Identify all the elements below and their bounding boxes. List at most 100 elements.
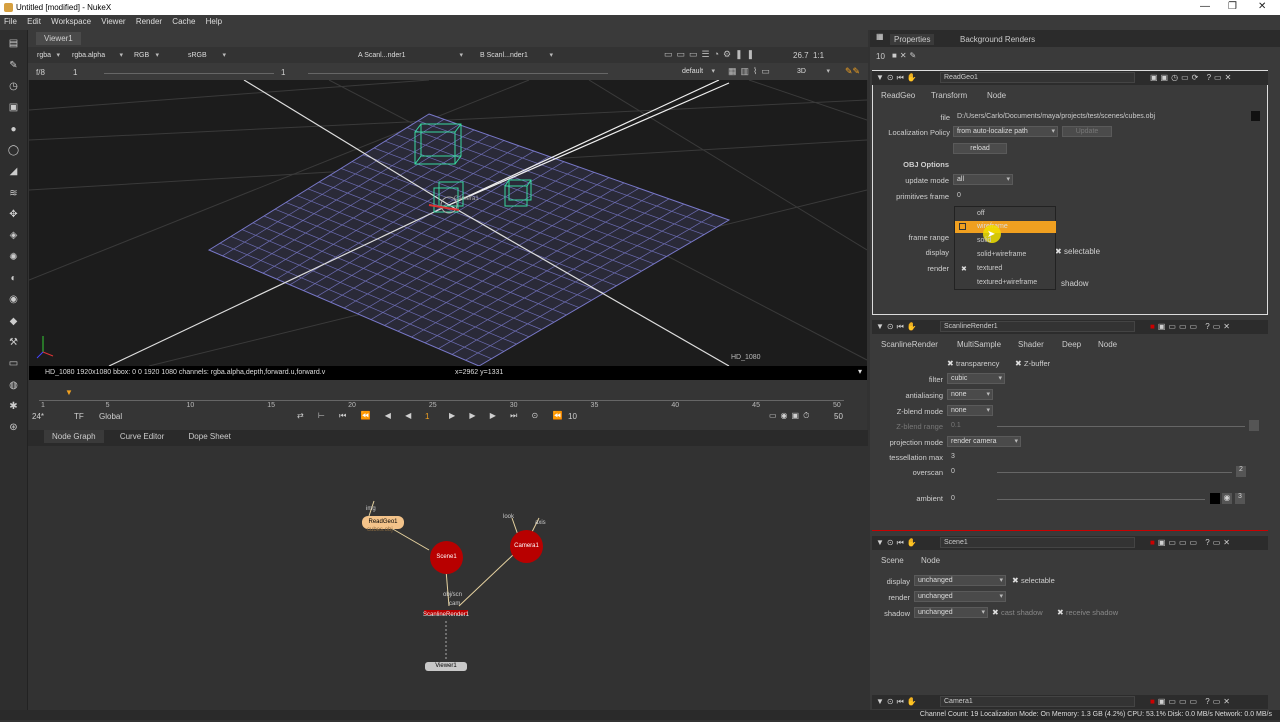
3d-icon[interactable]: ◈ (7, 230, 20, 242)
selectable-checkbox[interactable]: ✖ selectable (1055, 247, 1100, 256)
tessellation-field[interactable]: 3 (947, 451, 993, 462)
ambient-slider[interactable] (997, 494, 1205, 500)
option-solid-wireframe[interactable]: solid+wireframe (977, 251, 1026, 258)
tab-multisample[interactable]: MultiSample (957, 340, 1001, 349)
zblend-range-slider[interactable] (997, 421, 1245, 427)
scene-selectable-checkbox[interactable]: ✖ selectable (1012, 576, 1055, 585)
panel-header-icons[interactable]: ▼⊙⏮✋ (876, 697, 920, 707)
file-browse-icon[interactable] (1251, 111, 1260, 121)
file-path-field[interactable]: D:/Users/Carlo/Documents/maya/projects/t… (953, 111, 1243, 122)
color-icon[interactable]: ● (7, 124, 20, 136)
tab-viewer1[interactable]: Viewer1 (36, 32, 81, 45)
3d-tools-icon[interactable]: ▦▥⌇▭ (728, 66, 774, 77)
viewer-viewport[interactable]: Camera1 HD_1080 (29, 80, 867, 366)
tab-node[interactable]: Node (921, 556, 940, 565)
other-icon[interactable]: ▭ (7, 358, 20, 370)
transparency-checkbox[interactable]: ✖ transparency (947, 359, 999, 368)
close-icon[interactable]: ✕ (1258, 1, 1266, 12)
keyer-icon[interactable]: ◢ (7, 166, 20, 178)
menu-help[interactable]: Help (202, 15, 226, 28)
tab-readgeo[interactable]: ReadGeo (881, 91, 915, 100)
ratio-readout[interactable]: 1:1 (813, 51, 824, 60)
input-b-dropdown[interactable]: B Scanl...nder1 (476, 50, 556, 61)
particles-icon[interactable]: ✺ (7, 252, 20, 264)
tab-node[interactable]: Node (987, 91, 1006, 100)
colorspace-dropdown[interactable]: sRGB (184, 50, 229, 61)
timeline-tools-icon[interactable]: ▭◉▣⏱ (769, 411, 813, 421)
ambient-field[interactable]: 0 (947, 493, 993, 504)
overscan-channels-button[interactable]: 2 (1236, 466, 1246, 477)
menu-edit[interactable]: Edit (23, 15, 45, 28)
node-graph-canvas[interactable]: ReadGeo1 cubes.obj img Scene1 Camera1 lo… (29, 446, 867, 720)
menu-render[interactable]: Render (132, 15, 166, 28)
zblend-range-field[interactable]: 0.1 (947, 420, 993, 431)
channels-dropdown[interactable]: rgba (33, 50, 63, 61)
localization-dropdown[interactable]: from auto-localize path (953, 126, 1058, 137)
option-solid[interactable]: solid (977, 237, 991, 244)
overscan-slider[interactable] (997, 467, 1232, 473)
antialiasing-dropdown[interactable]: none (947, 389, 993, 400)
primitives-frame-field[interactable]: 0 (953, 190, 993, 201)
menu-file[interactable]: File (0, 15, 21, 28)
cast-shadow-checkbox[interactable]: ✖ cast shadow (992, 608, 1043, 617)
toolsets-icon[interactable]: ⚒ (7, 337, 20, 349)
camera-node[interactable]: Camera1 (510, 530, 543, 563)
tab-dope-sheet[interactable]: Dope Sheet (181, 430, 239, 443)
cara-icon[interactable]: ⊛ (7, 422, 20, 434)
transport-controls-icon[interactable]: ⇄ ⊢ ⏮ ⏪ ◀ ◀ (297, 411, 417, 421)
zblend-mode-dropdown[interactable]: none (947, 405, 993, 416)
fps-dropdown[interactable]: 24* (32, 412, 44, 421)
views-icon[interactable]: ◉ (7, 294, 20, 306)
display-dropdown[interactable]: RGB (130, 50, 162, 61)
playhead-icon[interactable]: ▼ (65, 388, 73, 397)
max-panels-field[interactable]: 10 (876, 52, 885, 61)
panel-header-icons[interactable]: ▼⊙⏮✋ (876, 73, 920, 83)
fstop-readout[interactable]: f/8 (36, 68, 45, 77)
tab-transform[interactable]: Transform (931, 91, 967, 100)
minimize-icon[interactable]: — (1200, 1, 1210, 12)
zoom-readout[interactable]: 26.7 (793, 51, 809, 60)
scene-name-field[interactable]: Scene1 (940, 537, 1135, 548)
tab-deep[interactable]: Deep (1062, 340, 1081, 349)
gamma-slider[interactable] (308, 70, 608, 74)
option-textured-wireframe[interactable]: textured+wireframe (977, 279, 1037, 286)
input-a-dropdown[interactable]: A Scanl...nder1 (354, 50, 466, 61)
draw-icon[interactable]: ✎ (7, 60, 20, 72)
time-icon[interactable]: ◷ (7, 81, 20, 93)
tab-node[interactable]: Node (1098, 340, 1117, 349)
gain-readout[interactable]: 1 (281, 68, 285, 77)
tab-properties[interactable]: Properties (890, 34, 935, 45)
tab-background-renders[interactable]: Background Renders (960, 35, 1035, 44)
ocula-icon[interactable]: ✱ (7, 401, 20, 413)
reload-button[interactable]: reload (953, 143, 1007, 154)
transform-icon[interactable]: ✥ (7, 209, 20, 221)
projection-mode-dropdown[interactable]: render camera (947, 436, 1021, 447)
panel-controls-icon[interactable]: ▣▣◷▭⟳ ?▭✕ (1150, 73, 1234, 82)
info-expand-icon[interactable]: ▾ (858, 367, 862, 376)
overscan-field[interactable]: 0 (947, 466, 993, 477)
scene-display-dropdown[interactable]: unchanged (914, 575, 1006, 586)
tab-node-graph[interactable]: Node Graph (44, 430, 104, 443)
color-wheel-icon[interactable]: ◉ (1222, 493, 1232, 504)
ambient-color-swatch[interactable] (1210, 493, 1220, 504)
image-icon[interactable]: ▤ (7, 38, 20, 50)
scene-node[interactable]: Scene1 (430, 541, 463, 574)
frame-readout[interactable]: 1 (73, 68, 77, 77)
metadata-icon[interactable]: ◆ (7, 316, 20, 328)
panel-header-icons[interactable]: ▼⊙⏮✋ (876, 322, 920, 332)
filter-dropdown[interactable]: cubic (947, 373, 1005, 384)
menu-workspace[interactable]: Workspace (47, 15, 95, 28)
readgeo-name-field[interactable]: ReadGeo1 (940, 72, 1135, 83)
panel-controls-icon[interactable]: ■▣▭▭▭ ?▭✕ (1150, 538, 1233, 547)
gain-slider[interactable] (104, 70, 274, 74)
viewer-node[interactable]: Viewer1 (425, 662, 467, 671)
dock-icon[interactable]: ▦ (876, 32, 884, 41)
transport-forward-icon[interactable]: ▶ ▶ ▶ ⏭ ⊙ ⏪ (449, 411, 568, 421)
layer-dropdown[interactable]: rgba.alpha (68, 50, 126, 61)
ambient-channels-button[interactable]: 3 (1235, 493, 1245, 504)
zblend-anim-icon[interactable] (1249, 420, 1259, 431)
scene-shadow-dropdown[interactable]: unchanged (914, 607, 988, 618)
current-frame-field[interactable]: 1 (425, 412, 429, 421)
tab-scanlinerender[interactable]: ScanlineRender (881, 340, 938, 349)
furnace-icon[interactable]: ◍ (7, 380, 20, 392)
